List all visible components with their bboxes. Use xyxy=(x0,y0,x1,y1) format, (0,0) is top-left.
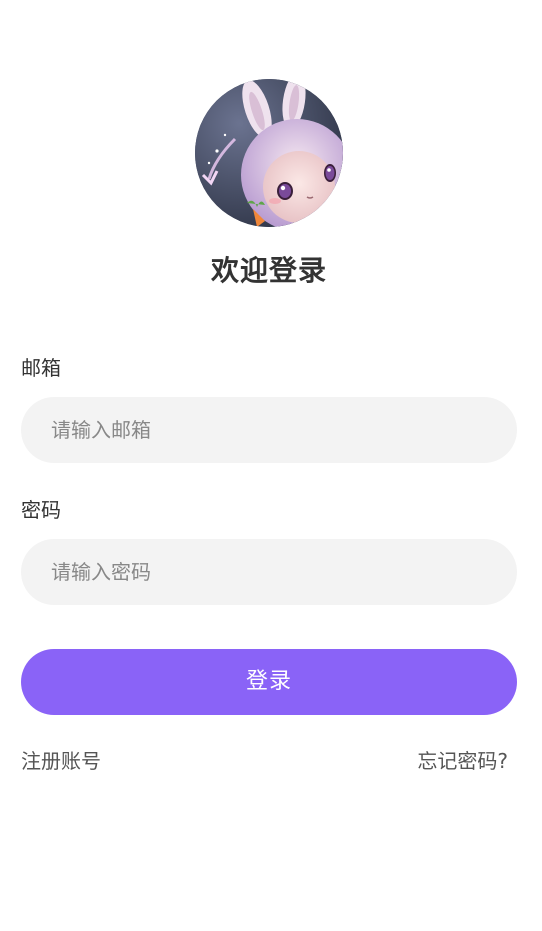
forgot-password-link[interactable]: 忘记密码? xyxy=(417,747,508,775)
register-link[interactable]: 注册账号 xyxy=(21,747,101,775)
avatar xyxy=(195,79,343,227)
email-label: 邮箱 xyxy=(21,356,61,380)
page-title: 欢迎登录 xyxy=(210,254,327,287)
password-label: 密码 xyxy=(21,498,61,522)
email-field[interactable] xyxy=(21,397,517,463)
login-button[interactable]: 登录 xyxy=(21,649,517,715)
avatar-bunny-image xyxy=(195,79,343,227)
password-field[interactable] xyxy=(21,539,517,605)
